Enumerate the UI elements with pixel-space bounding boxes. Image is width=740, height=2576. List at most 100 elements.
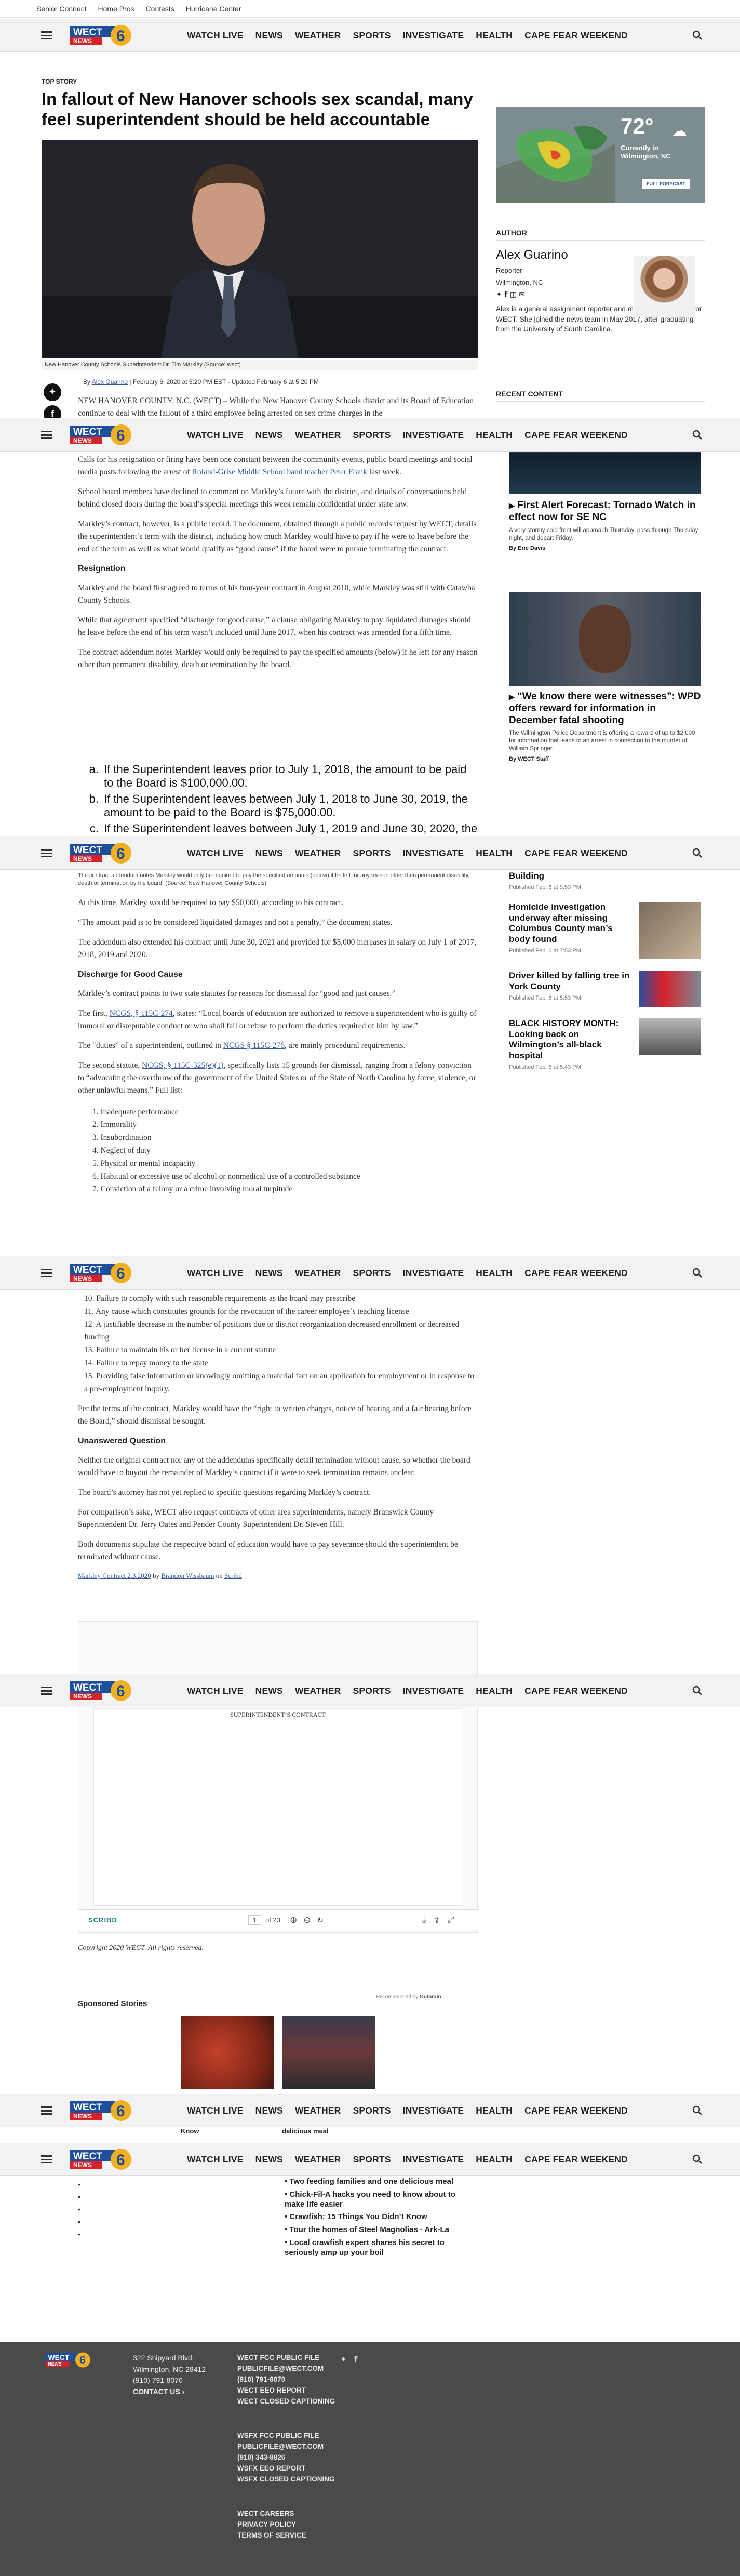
scribd-author-link[interactable]: Brandon Wissbaum: [161, 1572, 214, 1579]
menu-icon[interactable]: [41, 2106, 52, 2115]
footer-link[interactable]: (910) 343-8826: [237, 2452, 335, 2463]
search-icon[interactable]: [692, 430, 703, 440]
twitter-share-icon[interactable]: ✦: [44, 383, 61, 401]
wect-logo[interactable]: WECTNEWS 6: [70, 2148, 136, 2171]
nav-health[interactable]: HEALTH: [476, 848, 513, 859]
nav-sports[interactable]: SPORTS: [353, 30, 391, 41]
nav-investigate[interactable]: INVESTIGATE: [403, 1268, 464, 1279]
ncgs-115c-274-link[interactable]: NCGS, § 115C-274: [110, 1009, 173, 1018]
topbar-link-home-pros[interactable]: Home Pros: [98, 5, 134, 13]
hero-photo[interactable]: [42, 140, 478, 358]
reward-story-image[interactable]: [509, 592, 701, 686]
list-item[interactable]: • Tour the homes of Steel Magnolias - Ar…: [285, 2225, 477, 2235]
nav-investigate[interactable]: INVESTIGATE: [403, 1685, 464, 1696]
nav-news[interactable]: NEWS: [255, 430, 283, 441]
list-item[interactable]: • Crawfish: 15 Things You Didn’t Know: [285, 2212, 477, 2222]
nav-news[interactable]: NEWS: [255, 30, 283, 41]
footer-link[interactable]: WECT CAREERS: [237, 2508, 306, 2519]
wect-logo[interactable]: WECTNEWS 6: [70, 423, 136, 446]
nav-news[interactable]: NEWS: [255, 2105, 283, 2116]
search-icon[interactable]: [692, 1268, 703, 1278]
facebook-icon[interactable]: f: [504, 290, 507, 299]
wect-logo[interactable]: WECTNEWS 6: [70, 842, 136, 865]
email-icon[interactable]: ✉: [519, 290, 525, 299]
footer-link[interactable]: WECT CLOSED CAPTIONING: [237, 2396, 335, 2407]
wect-logo[interactable]: WECTNEWS 6: [70, 1679, 136, 1702]
nav-sports[interactable]: SPORTS: [353, 848, 391, 859]
contact-us-link[interactable]: CONTACT US ›: [133, 2386, 206, 2398]
download-icon[interactable]: ⤓: [422, 1916, 426, 1925]
sponsored-label-2[interactable]: delicious meal: [282, 2127, 329, 2135]
nav-cape-fear-weekend[interactable]: CAPE FEAR WEEKEND: [524, 430, 628, 441]
rotate-icon[interactable]: ↻: [317, 1916, 324, 1925]
nav-weather[interactable]: WEATHER: [295, 2105, 341, 2116]
footer-link[interactable]: WSFX CLOSED CAPTIONING: [237, 2474, 335, 2485]
footer-link[interactable]: WECT EEO REPORT: [237, 2385, 335, 2396]
list-item[interactable]: • Chick-Fil-A hacks you need to know abo…: [285, 2190, 477, 2210]
nav-investigate[interactable]: INVESTIGATE: [403, 30, 464, 41]
nav-news[interactable]: NEWS: [255, 1268, 283, 1279]
nav-cape-fear-weekend[interactable]: CAPE FEAR WEEKEND: [524, 1685, 628, 1696]
ncgs-115c-276-link[interactable]: NCGS § 115C-276: [223, 1041, 285, 1050]
nav-weather[interactable]: WEATHER: [295, 2154, 341, 2165]
nav-cape-fear-weekend[interactable]: CAPE FEAR WEEKEND: [524, 848, 628, 859]
footer-link[interactable]: PRIVACY POLICY: [237, 2519, 306, 2530]
instagram-icon[interactable]: ◫: [510, 290, 517, 299]
nav-health[interactable]: HEALTH: [476, 30, 513, 41]
nav-health[interactable]: HEALTH: [476, 2105, 513, 2116]
wect-logo[interactable]: WECTNEWS 6: [70, 1262, 136, 1284]
topbar-link-hurricane-center[interactable]: Hurricane Center: [186, 5, 241, 13]
twitter-icon[interactable]: ✦: [496, 290, 502, 299]
nav-cape-fear-weekend[interactable]: CAPE FEAR WEEKEND: [524, 30, 628, 41]
nav-watch-live[interactable]: WATCH LIVE: [187, 2105, 244, 2116]
wect-logo[interactable]: WECTNEWS 6: [70, 2099, 136, 2122]
scribd-logo[interactable]: SCRIBD: [88, 1916, 117, 1924]
nav-watch-live[interactable]: WATCH LIVE: [187, 1685, 244, 1696]
tornado-watch-image[interactable]: [509, 452, 701, 494]
nav-investigate[interactable]: INVESTIGATE: [403, 2154, 464, 2165]
recent-story-4[interactable]: Homicide investigation underway after mi…: [509, 902, 701, 960]
nav-watch-live[interactable]: WATCH LIVE: [187, 848, 244, 859]
nav-sports[interactable]: SPORTS: [353, 2105, 391, 2116]
sponsored-image-crawfish[interactable]: [181, 2016, 274, 2089]
zoom-in-icon[interactable]: ⊕: [290, 1915, 297, 1926]
nav-sports[interactable]: SPORTS: [353, 1268, 391, 1279]
nav-sports[interactable]: SPORTS: [353, 2154, 391, 2165]
recent-story-6[interactable]: BLACK HISTORY MONTH: Looking back on Wil…: [509, 1018, 701, 1070]
footer-link[interactable]: WSFX EEO REPORT: [237, 2463, 335, 2474]
menu-icon[interactable]: [41, 2155, 52, 2163]
zoom-out-icon[interactable]: ⊖: [303, 1915, 311, 1926]
nav-investigate[interactable]: INVESTIGATE: [403, 2105, 464, 2116]
topbar-link-contests[interactable]: Contests: [146, 5, 174, 13]
nav-weather[interactable]: WEATHER: [295, 848, 341, 859]
footer-logo[interactable]: WECTNEWS 6: [46, 2352, 93, 2368]
nav-watch-live[interactable]: WATCH LIVE: [187, 2154, 244, 2165]
search-icon[interactable]: [692, 1685, 703, 1696]
nav-weather[interactable]: WEATHER: [295, 430, 341, 441]
nav-cape-fear-weekend[interactable]: CAPE FEAR WEEKEND: [524, 2154, 628, 2165]
byline-author-link[interactable]: Alex Guarino: [92, 378, 128, 386]
list-item[interactable]: • Local crawfish expert shares his secre…: [285, 2238, 477, 2258]
nav-watch-live[interactable]: WATCH LIVE: [187, 430, 244, 441]
weather-widget[interactable]: 72° ☁ Currently in Wilmington, NC FULL F…: [496, 107, 705, 203]
nav-sports[interactable]: SPORTS: [353, 430, 391, 441]
nav-watch-live[interactable]: WATCH LIVE: [187, 30, 244, 41]
scribd-document-link[interactable]: Markley Contract 2.3.2020: [78, 1572, 151, 1579]
nav-watch-live[interactable]: WATCH LIVE: [187, 1268, 244, 1279]
nav-cape-fear-weekend[interactable]: CAPE FEAR WEEKEND: [524, 1268, 628, 1279]
recent-story-5[interactable]: Driver killed by falling tree in York Co…: [509, 971, 701, 1007]
nav-investigate[interactable]: INVESTIGATE: [403, 430, 464, 441]
search-icon[interactable]: [692, 2154, 703, 2165]
footer-link[interactable]: PUBLICFILE@WECT.COM: [237, 2441, 335, 2452]
outbrain-credit[interactable]: Recommended by Outbrain: [376, 1994, 441, 2000]
nav-health[interactable]: HEALTH: [476, 430, 513, 441]
footer-link[interactable]: (910) 791-8070: [237, 2374, 335, 2385]
list-item[interactable]: • Two feeding families and one delicious…: [285, 2177, 477, 2187]
nav-news[interactable]: NEWS: [255, 2154, 283, 2165]
nav-news[interactable]: NEWS: [255, 848, 283, 859]
menu-icon[interactable]: [41, 31, 52, 39]
footer-link[interactable]: WECT FCC PUBLIC FILE: [237, 2353, 335, 2363]
recent-story-1[interactable]: ▶ First Alert Forecast: Tornado Watch in…: [509, 500, 701, 551]
nav-weather[interactable]: WEATHER: [295, 30, 341, 41]
wect-logo[interactable]: WECT NEWS 6: [70, 24, 136, 47]
